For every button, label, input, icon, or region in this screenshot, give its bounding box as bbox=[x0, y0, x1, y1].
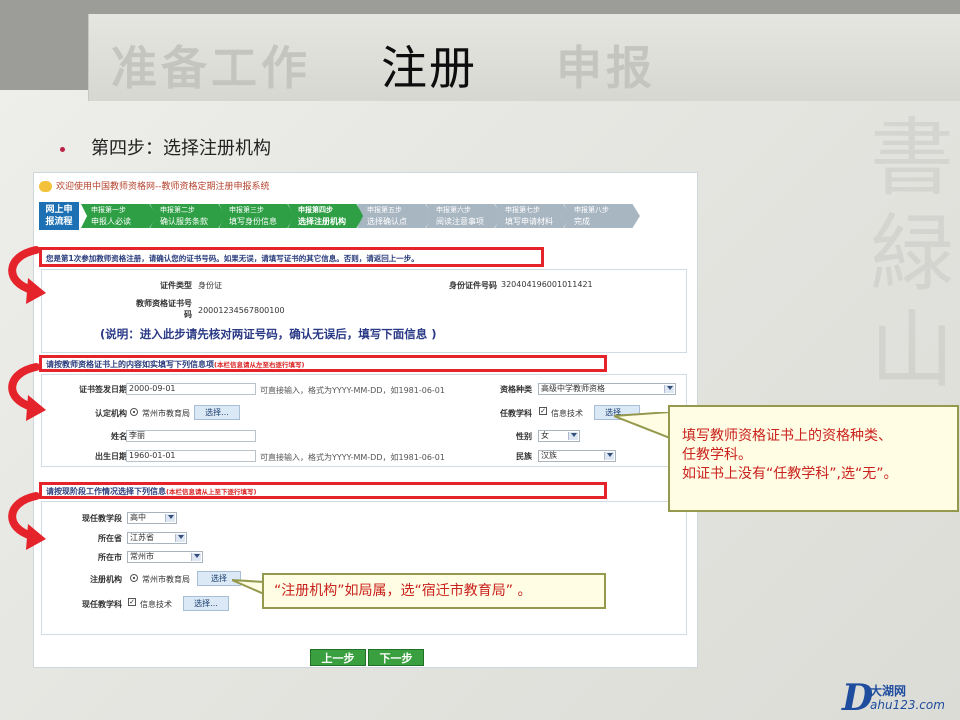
cur-subject-checkbox[interactable]: ✓ bbox=[128, 598, 136, 606]
step-6[interactable]: 申报第六步 阅读注意事项 bbox=[426, 204, 502, 228]
callout-registration-org: “注册机构”如局属，选“宿迁市教育局” 。 bbox=[262, 573, 606, 609]
issue-date-input[interactable]: 2000-09-01 bbox=[126, 383, 256, 395]
issue-date-hint: 可直接输入，格式为YYYY-MM-DD，如1981-06-01 bbox=[260, 386, 445, 395]
verify-note: (说明：进入此步请先核对两证号码，确认无误后，填写下面信息 ) bbox=[100, 327, 437, 341]
city-select[interactable]: 常州市 bbox=[127, 551, 203, 563]
cur-subject-select-button[interactable]: 选择... bbox=[183, 596, 229, 611]
province-label: 所在省 bbox=[98, 534, 122, 543]
section1-banner: 您是第1次参加教师资格注册，请确认您的证书号码。如果无误，请填写证书的其它信息。… bbox=[46, 254, 419, 263]
logo-url: ahu123.com bbox=[870, 698, 945, 712]
id-label: 身份证件号码 bbox=[449, 281, 497, 290]
curved-arrow-icon-2 bbox=[8, 363, 46, 421]
chevron-down-icon bbox=[571, 433, 577, 437]
ethnic-label: 民族 bbox=[516, 452, 532, 461]
process-steps: 网上申 报流程 申报第一步 申报人必读 申报第二步 确认服务条款 申报第三步 填写身份信… bbox=[36, 202, 666, 230]
issue-date-label: 证书签发日期 bbox=[79, 385, 127, 394]
ethnic-select[interactable]: 汉族 bbox=[538, 450, 616, 462]
logo-d: D bbox=[842, 677, 874, 719]
subject-label: 任教学科 bbox=[500, 409, 532, 418]
step-4-current[interactable]: 申报第四步 选择注册机构 bbox=[288, 204, 364, 228]
dahu-logo: D 大湖网 ahu123.com bbox=[842, 680, 957, 716]
birth-label: 出生日期 bbox=[95, 452, 127, 461]
cur-subject-value: 信息技术 bbox=[140, 600, 172, 609]
next-step-button[interactable]: 下一步 bbox=[368, 649, 424, 666]
process-label: 网上申 报流程 bbox=[39, 202, 79, 230]
city-label: 所在市 bbox=[98, 553, 122, 562]
subject-value: 信息技术 bbox=[551, 409, 583, 418]
bullet-step-four: 第四步：选择注册机构 bbox=[60, 134, 271, 160]
curved-arrow-icon-1 bbox=[8, 246, 46, 304]
reg-org-radio[interactable] bbox=[130, 574, 138, 582]
chevron-down-icon bbox=[667, 386, 673, 390]
stage-select[interactable]: 高中 bbox=[127, 512, 177, 524]
reg-org-value: 常州市教育局 bbox=[142, 575, 190, 584]
org-label: 认定机构 bbox=[95, 409, 127, 418]
qual-type-select[interactable]: 高级中学教师资格 bbox=[538, 383, 676, 395]
prev-step-button[interactable]: 上一步 bbox=[310, 649, 366, 666]
callout-qualification: 填写教师资格证书上的资格种类、 任教学科。 如证书上没有“任教学科”,选“无”。 bbox=[668, 405, 959, 512]
chevron-down-icon bbox=[194, 554, 200, 558]
step-8[interactable]: 申报第八步 完成 bbox=[564, 204, 640, 228]
logo-cn: 大湖网 bbox=[870, 684, 907, 698]
step-2[interactable]: 申报第二步 确认服务条款 bbox=[150, 204, 226, 228]
step-7[interactable]: 申报第七步 填写申请材料 bbox=[495, 204, 571, 228]
subject-checkbox[interactable]: ✓ bbox=[539, 407, 547, 415]
curved-arrow-icon-3 bbox=[8, 492, 46, 550]
cert-no-label: 教师资格证书号码 bbox=[136, 299, 192, 319]
header-step-prepare: 准备工作 bbox=[111, 41, 311, 95]
id-value: 320404196001011421 bbox=[501, 280, 593, 289]
step-5[interactable]: 申报第五步 选择确认点 bbox=[357, 204, 433, 228]
chevron-down-icon bbox=[168, 515, 174, 519]
org-select-button[interactable]: 选择... bbox=[194, 405, 240, 420]
name-input[interactable]: 李丽 bbox=[126, 430, 256, 442]
title-bar: 准备工作 注册 申报 bbox=[88, 14, 960, 101]
bullet-icon bbox=[60, 146, 65, 152]
section2-panel: 证书签发日期 2000-09-01 可直接输入，格式为YYYY-MM-DD，如1… bbox=[41, 374, 687, 467]
header-step-declare: 申报 bbox=[556, 41, 656, 95]
smiley-icon bbox=[39, 181, 52, 192]
cert-type-label: 证件类型 bbox=[160, 281, 192, 290]
section3-banner: 请按现阶段工作情况选择下列信息(本栏信息请从上至下逐行填写) bbox=[46, 487, 257, 496]
qual-type-label: 资格种类 bbox=[500, 385, 532, 394]
stage-label: 现任教学段 bbox=[82, 514, 122, 523]
app-title: 欢迎使用中国教师资格网--教师资格定期注册申报系统 bbox=[39, 179, 270, 192]
bullet-text: 第四步：选择注册机构 bbox=[91, 138, 271, 159]
section3-panel: 现任教学段 高中 所在省 江苏省 所在市 常州市 注册机构 常州市教育局 选择 … bbox=[41, 501, 687, 635]
cert-type-value: 身份证 bbox=[198, 281, 222, 290]
org-value: 常州市教育局 bbox=[142, 409, 190, 418]
step-1[interactable]: 申报第一步 申报人必读 bbox=[81, 204, 157, 228]
chevron-down-icon bbox=[178, 535, 184, 539]
cert-no-value: 20001234567800100 bbox=[198, 306, 285, 315]
section1-panel: 证件类型 身份证 身份证件号码 320404196001011421 教师资格证… bbox=[41, 269, 687, 353]
chevron-down-icon bbox=[607, 453, 613, 457]
header-step-register: 注册 bbox=[381, 41, 477, 95]
birth-hint: 可直接输入，格式为YYYY-MM-DD，如1981-06-01 bbox=[260, 453, 445, 462]
callout-bottom-pointer-icon bbox=[232, 579, 265, 596]
name-label: 姓名 bbox=[111, 432, 127, 441]
gender-select[interactable]: 女 bbox=[538, 430, 580, 442]
org-radio[interactable] bbox=[130, 408, 138, 416]
gender-label: 性别 bbox=[516, 432, 532, 441]
birth-input[interactable]: 1960-01-01 bbox=[126, 450, 256, 462]
cur-subject-label: 现任教学科 bbox=[82, 600, 122, 609]
callout-pointer-icon bbox=[614, 412, 671, 440]
section2-banner: 请按教师资格证书上的内容如实填写下列信息项(本栏信息请从左至右逐行填写) bbox=[46, 360, 305, 369]
reg-org-label: 注册机构 bbox=[90, 575, 122, 584]
province-select[interactable]: 江苏省 bbox=[127, 532, 187, 544]
step-3[interactable]: 申报第三步 填写身份信息 bbox=[219, 204, 295, 228]
